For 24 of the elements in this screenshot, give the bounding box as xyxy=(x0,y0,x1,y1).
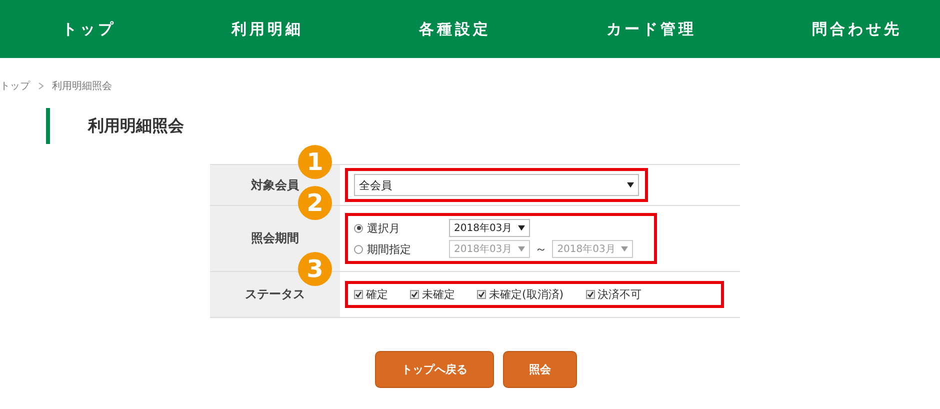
nav-link[interactable]: 問合わせ先 xyxy=(812,20,902,38)
nav-link[interactable]: カード管理 xyxy=(606,20,696,38)
nav-link[interactable]: トップ xyxy=(62,20,116,38)
caret-icon xyxy=(621,246,628,252)
nav-link[interactable]: 各種設定 xyxy=(419,20,491,38)
status-checkbox[interactable]: 未確定(取消済) xyxy=(477,287,564,302)
radio-option[interactable]: 選択月 xyxy=(354,220,449,236)
callout-badge: 1 xyxy=(298,145,332,179)
caret-icon xyxy=(627,182,634,188)
caret-icon xyxy=(518,225,526,231)
status-checkbox[interactable]: 確定 xyxy=(354,287,388,302)
breadcrumb-item[interactable]: トップ xyxy=(0,79,30,93)
breadcrumb-item: 利用明細照会 xyxy=(52,80,112,93)
status-checkbox[interactable]: 決済不可 xyxy=(586,287,642,302)
member-select[interactable]: 全会員 xyxy=(354,174,639,196)
month-select[interactable]: 2018年03月 xyxy=(449,219,530,237)
caret-icon xyxy=(518,246,526,252)
nav-link[interactable]: 利用明細 xyxy=(232,20,304,38)
status-checkbox[interactable]: 未確定 xyxy=(410,287,455,302)
back-button[interactable]: トップへ戻る xyxy=(375,351,494,388)
search-button[interactable]: 照会 xyxy=(503,351,577,388)
range-separator: ～ xyxy=(535,240,548,258)
radio-option[interactable]: 期間指定 xyxy=(354,242,449,256)
chevron-icon xyxy=(38,82,44,90)
